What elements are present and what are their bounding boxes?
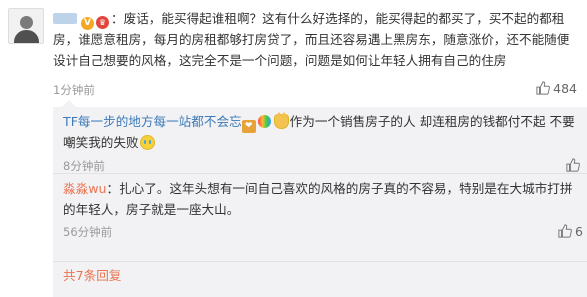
reply-item: TF每一步的地方每一站都不会忘 ❤ 作为一个销售房子的人 却连租房的钱都付不起 不要…: [63, 112, 580, 176]
comment-text: ：废话，能买得起谁租啊？这有什么好选择的，能买得起的都买了，买不起的都租房，谁愿…: [53, 11, 570, 68]
level-badge-icon: ❤: [241, 120, 256, 133]
divider: [53, 173, 587, 174]
reply-list: TF每一步的地方每一站都不会忘 ❤ 作为一个销售房子的人 却连租房的钱都付不起 不要…: [53, 107, 587, 297]
reply-footer: 56分钟前 6: [63, 222, 583, 242]
main-comment: V ♛ ：废话，能买得起谁租啊？这有什么好选择的，能买得起的都买了，买不起的都租房，…: [0, 0, 587, 107]
cat-emoji-icon: [273, 112, 289, 129]
rainbow-badge-icon: [257, 115, 271, 128]
like-button[interactable]: 484: [536, 81, 577, 96]
reply-time: 56分钟前: [63, 225, 113, 239]
like-count: 484: [553, 81, 577, 96]
thumbs-up-icon: [536, 81, 551, 95]
divider: [53, 261, 587, 262]
comment-time: 1分钟前: [53, 83, 95, 97]
comment-username-redacted[interactable]: [53, 13, 77, 24]
like-count: 6: [575, 224, 583, 239]
more-replies-link[interactable]: 共7条回复: [63, 267, 121, 285]
reply-username[interactable]: TF每一步的地方每一站都不会忘: [63, 114, 242, 129]
avatar[interactable]: [8, 8, 44, 44]
comment-footer: 1分钟前 484: [53, 81, 581, 97]
reply-item: 淼淼wu：扎心了。这年头想有一间自己喜欢的风格的房子真的不容易，特别是在大城市打…: [63, 179, 583, 242]
reply-body: TF每一步的地方每一站都不会忘 ❤ 作为一个销售房子的人 却连租房的钱都付不起 不要…: [63, 112, 577, 154]
comment-body: V ♛ ：废话，能买得起谁租啊？这有什么好选择的，能买得起的都买了，买不起的都租房，…: [53, 9, 581, 71]
medal-badge-icon: ♛: [96, 16, 109, 29]
reply-body: 淼淼wu：扎心了。这年头想有一间自己喜欢的风格的房子真的不容易，特别是在大城市打…: [63, 179, 577, 220]
thumbs-up-icon: [566, 157, 580, 172]
vip-badge-icon: V: [81, 17, 94, 30]
reply-caret: [62, 100, 76, 107]
thumbs-up-icon: [558, 224, 572, 238]
reply-username[interactable]: 淼淼wu: [63, 181, 106, 196]
like-button[interactable]: 6: [558, 222, 583, 242]
cry-emoji-icon: [139, 135, 155, 150]
reply-text: ：扎心了。这年头想有一间自己喜欢的风格的房子真的不容易，特别是在大城市打拼的年轻…: [63, 181, 573, 217]
